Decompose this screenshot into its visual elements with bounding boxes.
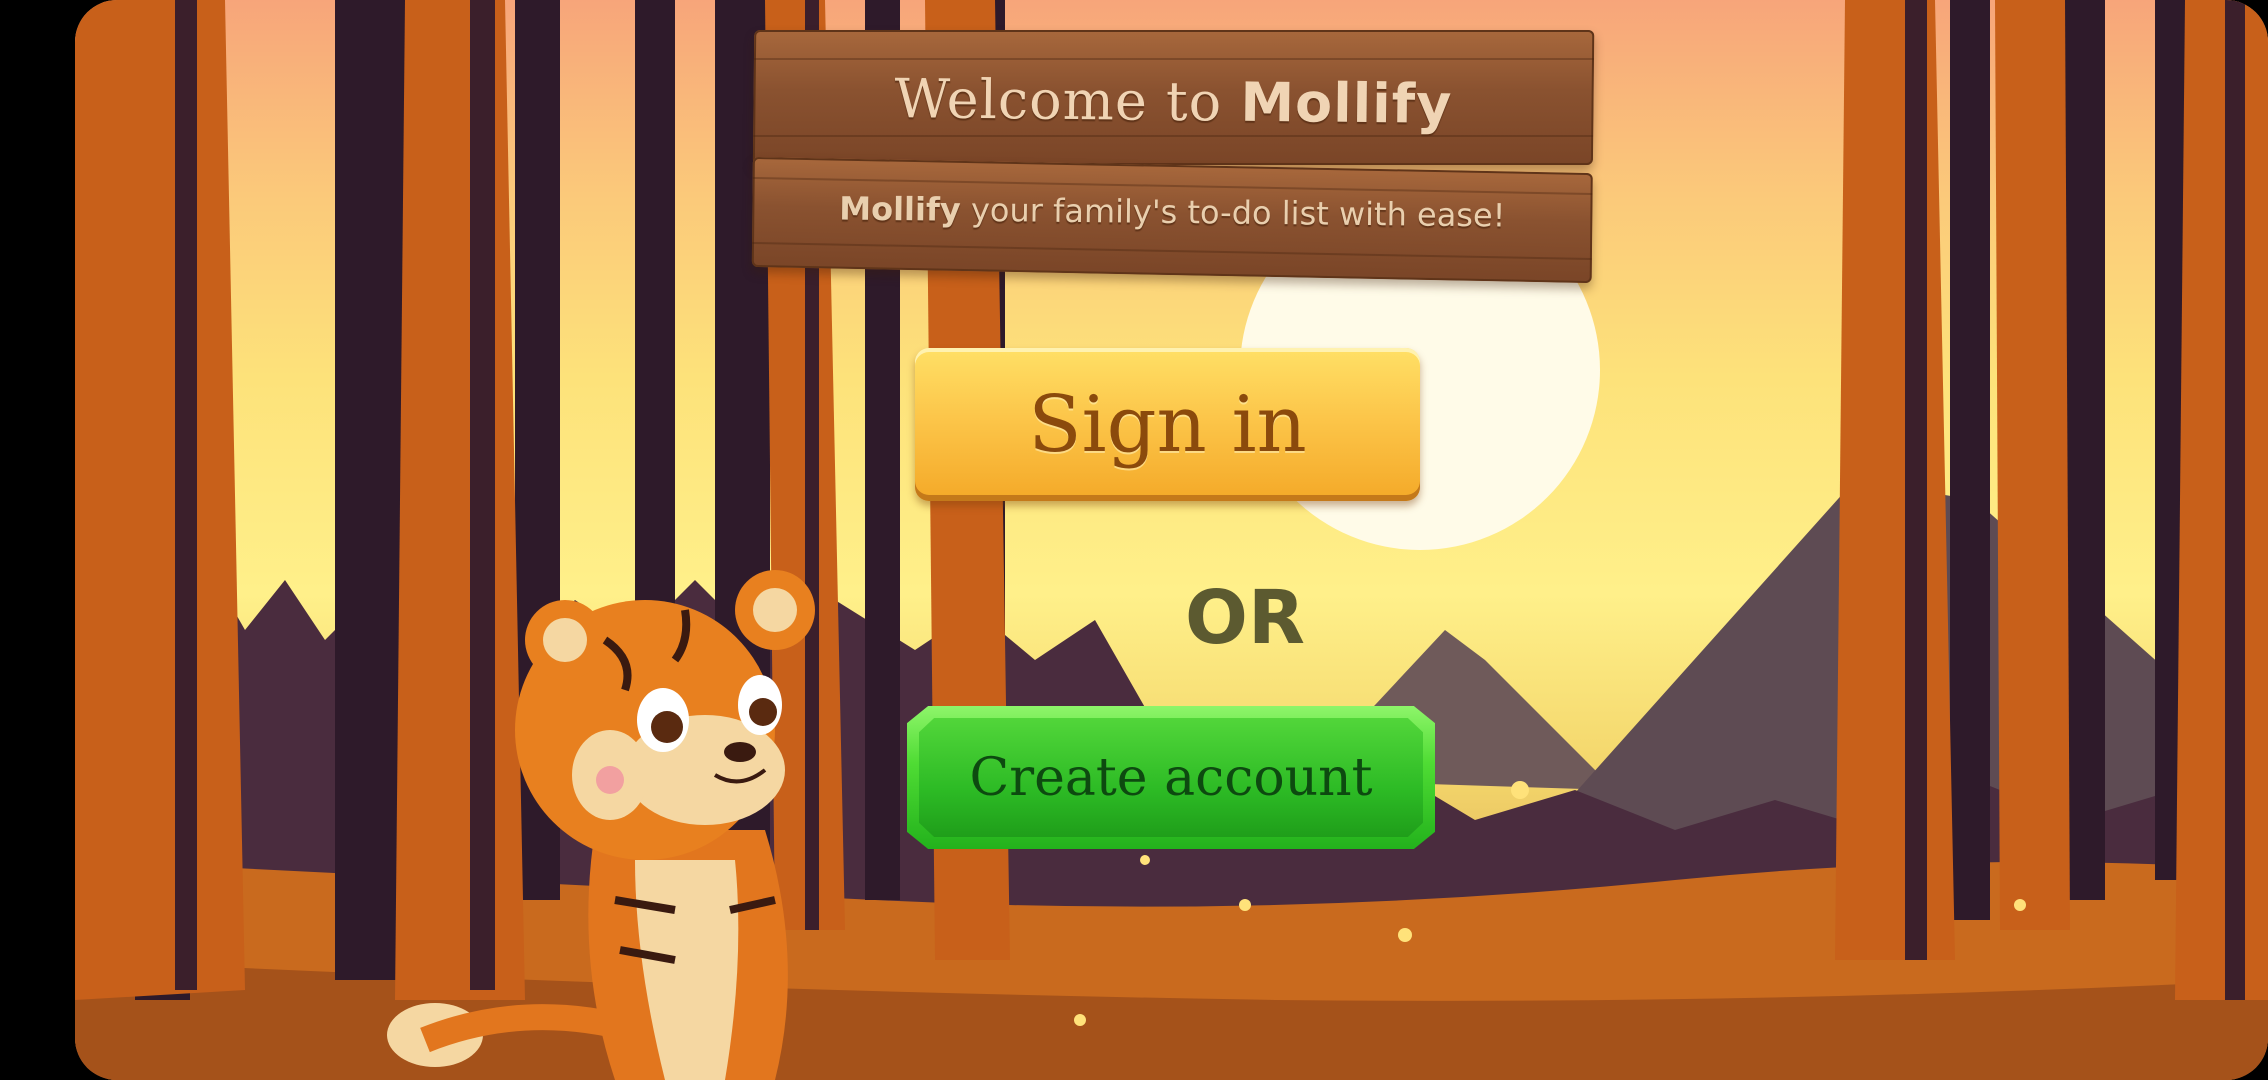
sign-in-label: Sign in (1028, 379, 1307, 470)
create-account-label: Create account (969, 747, 1373, 808)
tagline-brand: Mollify (839, 189, 961, 229)
welcome-screen: Welcome to Mollify Mollify your family's… (75, 0, 2268, 1080)
welcome-sign: Welcome to Mollify Mollify your family's… (751, 26, 1595, 284)
create-account-button[interactable]: Create account (907, 706, 1435, 849)
welcome-title: Welcome to Mollify (753, 66, 1594, 138)
sign-in-button[interactable]: Sign in (915, 348, 1420, 501)
tagline-text: your family's to-do list with ease! (970, 190, 1506, 235)
brand-name: Mollify (1240, 70, 1453, 136)
or-divider-label: OR (1185, 575, 1305, 661)
welcome-prefix: Welcome to (894, 67, 1223, 134)
